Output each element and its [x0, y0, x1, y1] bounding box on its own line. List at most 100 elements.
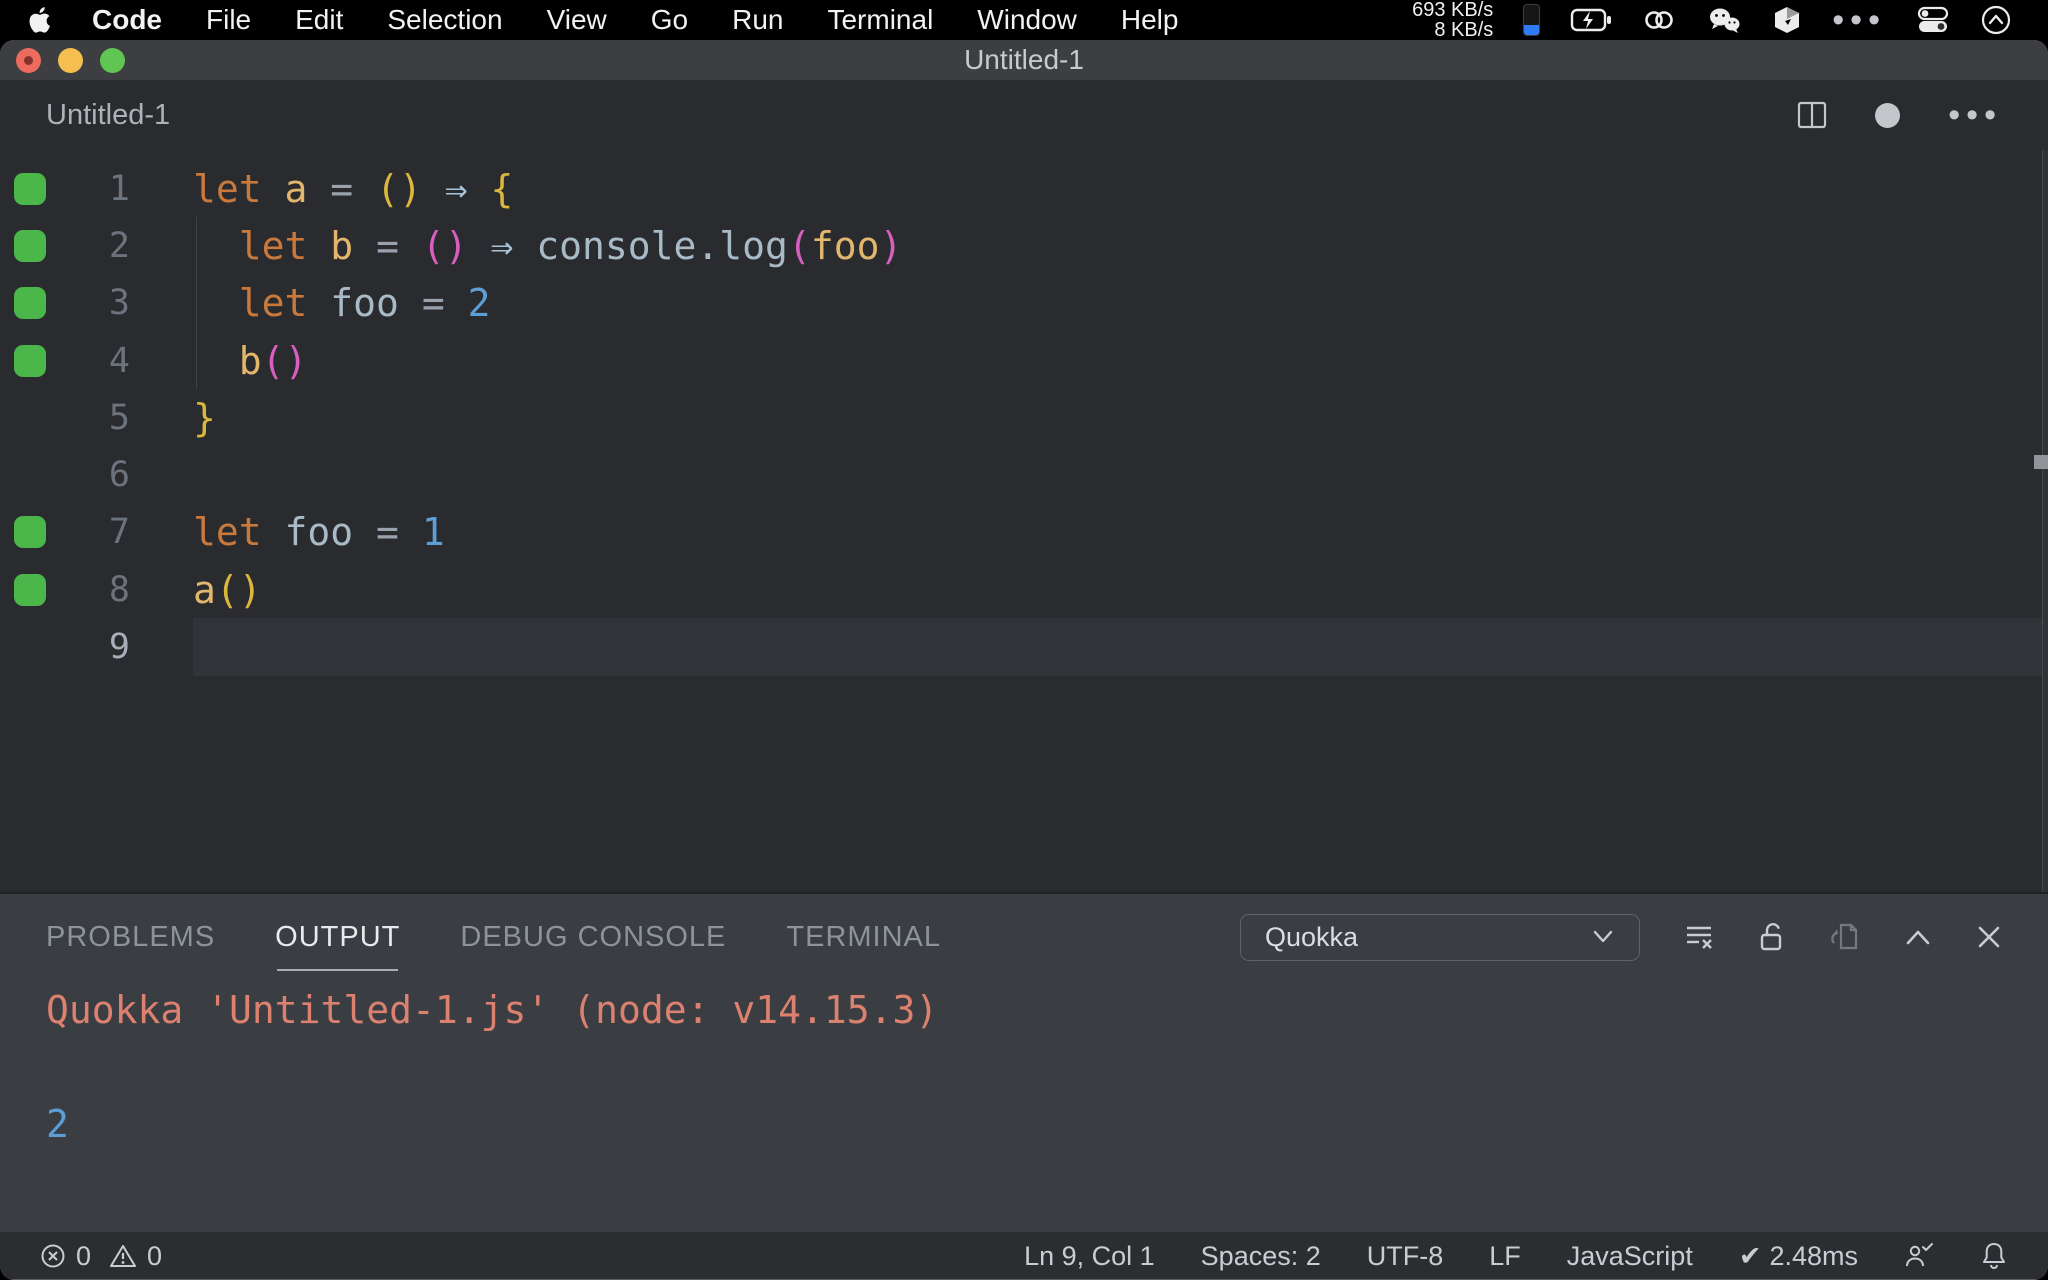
- panel-tab-terminal[interactable]: TERMINAL: [786, 921, 941, 954]
- traffic-lights: [16, 40, 125, 80]
- code-text[interactable]: let a = () ⇒ {: [193, 160, 2048, 217]
- warnings-icon: [110, 1245, 137, 1267]
- eol-sequence[interactable]: LF: [1489, 1241, 1521, 1272]
- zoom-window-button[interactable]: [100, 47, 125, 73]
- menu-item-selection[interactable]: Selection: [387, 4, 502, 36]
- network-speed[interactable]: 693 KB/s 8 KB/s: [1412, 0, 1493, 40]
- line-number: 9: [108, 627, 130, 668]
- lock-unlocked-icon[interactable]: [1758, 921, 1786, 953]
- output-channel-value: Quokka: [1265, 921, 1359, 952]
- quokka-coverage-square: [0, 172, 60, 205]
- code-line-4[interactable]: 4 b(): [0, 331, 2048, 390]
- menu-item-code[interactable]: Code: [92, 4, 162, 36]
- code-line-2[interactable]: 2 let b = () ⇒ console.log(foo): [0, 217, 2048, 275]
- code-text[interactable]: [193, 618, 2048, 676]
- check-icon: ✔: [1738, 1240, 1762, 1271]
- output-line: Quokka 'Untitled-1.js' (node: v14.15.3): [46, 988, 939, 1032]
- code-line-1[interactable]: 1 let a = () ⇒ {: [0, 160, 2048, 217]
- code-text[interactable]: let b = () ⇒ console.log(foo): [193, 217, 2048, 275]
- window-title: Untitled-1: [964, 44, 1084, 75]
- cursor-position[interactable]: Ln 9, Col 1: [1024, 1241, 1155, 1272]
- language-mode[interactable]: JavaScript: [1567, 1241, 1693, 1272]
- status-bar: 0 0 Ln 9, Col 1 Spaces: 2 UTF-8 LF JavaS…: [0, 1232, 2048, 1280]
- menu-bar: Code File Edit Selection View Go Run Terminal Wi…: [0, 0, 2048, 40]
- output-console[interactable]: Quokka 'Untitled-1.js' (node: v14.15.3) …: [0, 980, 2048, 1155]
- code-text[interactable]: b(): [193, 331, 2048, 390]
- menu-extra-ellipsis-icon[interactable]: •••: [1832, 3, 1886, 37]
- perf-time: 2.48ms: [1769, 1240, 1858, 1271]
- open-output-in-editor-icon[interactable]: [1830, 921, 1860, 953]
- editor-scrollbar[interactable]: [2042, 150, 2048, 892]
- feedback-icon[interactable]: [1904, 1242, 1934, 1270]
- line-number: 3: [108, 283, 130, 324]
- cube-app-icon[interactable]: [1772, 5, 1802, 35]
- line-number: 4: [108, 340, 130, 381]
- apple-menu-icon[interactable]: [26, 5, 52, 35]
- close-window-button[interactable]: [16, 47, 41, 73]
- maximize-panel-icon[interactable]: [1904, 928, 1932, 946]
- code-line-6[interactable]: 6: [0, 446, 2048, 503]
- line-number: 8: [108, 569, 130, 610]
- menu-items: Code File Edit Selection View Go Run Terminal Wi…: [92, 4, 1178, 36]
- code-text[interactable]: a(): [193, 561, 2048, 618]
- menu-item-help[interactable]: Help: [1121, 4, 1179, 36]
- code-line-5[interactable]: 5}: [0, 389, 2048, 446]
- split-editor-icon[interactable]: [1797, 101, 1827, 129]
- code-line-7[interactable]: 7 let foo = 1: [0, 504, 2048, 561]
- network-down-label: 8 KB/s: [1434, 19, 1494, 41]
- quokka-coverage-square: [0, 516, 60, 549]
- code-line-9[interactable]: 9: [0, 618, 2048, 676]
- code-line-3[interactable]: 3 let foo = 2: [0, 274, 2048, 333]
- panel-tabs: PROBLEMS OUTPUT DEBUG CONSOLE TERMINAL: [46, 921, 941, 971]
- code-text[interactable]: let foo = 2: [193, 274, 2048, 333]
- menu-item-file[interactable]: File: [206, 4, 251, 36]
- network-monitor-icon[interactable]: [1523, 4, 1541, 36]
- chevron-down-icon: [1593, 930, 1613, 943]
- menu-item-run[interactable]: Run: [732, 4, 783, 36]
- problems-status[interactable]: 0 0: [40, 1241, 162, 1272]
- unsaved-changes-dot[interactable]: [1875, 102, 1901, 128]
- menu-item-edit[interactable]: Edit: [295, 4, 343, 36]
- menu-item-go[interactable]: Go: [651, 4, 688, 36]
- line-number: 6: [108, 455, 130, 496]
- panel-tab-output[interactable]: OUTPUT: [275, 921, 400, 971]
- code-editor[interactable]: 1 let a = () ⇒ {2 let b = () ⇒ console.lo…: [0, 150, 2048, 892]
- warnings-count: 0: [147, 1240, 163, 1271]
- panel-tab-debug-console[interactable]: DEBUG CONSOLE: [460, 921, 726, 954]
- window-titlebar[interactable]: Untitled-1: [0, 40, 2048, 80]
- wechat-icon[interactable]: [1706, 5, 1742, 35]
- bottom-panel: PROBLEMS OUTPUT DEBUG CONSOLE TERMINAL Quok…: [0, 892, 2048, 1232]
- scrollbar-cursor-marker: [2034, 455, 2048, 469]
- output-channel-select[interactable]: Quokka: [1240, 913, 1640, 961]
- line-number: 1: [108, 168, 130, 209]
- network-up-label: 693 KB/s: [1412, 0, 1494, 21]
- quokka-perf-status[interactable]: ✔ 2.48ms: [1739, 1241, 1858, 1272]
- menu-item-view[interactable]: View: [547, 4, 607, 36]
- menu-bar-manager-icon[interactable]: [1980, 4, 2012, 36]
- code-text[interactable]: [193, 446, 2048, 503]
- editor-more-actions-icon[interactable]: •••: [1948, 98, 2002, 132]
- minimize-window-button[interactable]: [58, 47, 83, 73]
- menu-item-terminal[interactable]: Terminal: [827, 4, 933, 36]
- encoding[interactable]: UTF-8: [1367, 1241, 1444, 1272]
- indentation[interactable]: Spaces: 2: [1201, 1241, 1321, 1272]
- line-number: 5: [108, 397, 130, 438]
- quokka-coverage-square: [0, 344, 60, 377]
- menu-item-window[interactable]: Window: [977, 4, 1077, 36]
- line-number: 7: [108, 512, 130, 553]
- vscode-window: Untitled-1 Untitled-1 ••• 1 let a = () ⇒ …: [0, 40, 2048, 1280]
- battery-charging-icon[interactable]: [1570, 5, 1612, 35]
- panel-tab-problems[interactable]: PROBLEMS: [46, 921, 215, 954]
- tab-untitled-1[interactable]: Untitled-1: [46, 99, 170, 132]
- clear-output-icon[interactable]: [1684, 922, 1714, 952]
- quokka-coverage-square: [0, 229, 60, 262]
- code-text[interactable]: let foo = 1: [193, 504, 2048, 561]
- control-center-icon[interactable]: [1916, 5, 1950, 35]
- output-line: 2: [46, 1102, 69, 1146]
- editor-tab-bar: Untitled-1 •••: [0, 80, 2048, 150]
- link-icon[interactable]: [1642, 5, 1676, 35]
- code-line-8[interactable]: 8 a(): [0, 561, 2048, 618]
- notifications-bell-icon[interactable]: [1980, 1241, 2008, 1271]
- close-panel-icon[interactable]: [1976, 924, 2002, 950]
- code-text[interactable]: }: [193, 389, 2048, 446]
